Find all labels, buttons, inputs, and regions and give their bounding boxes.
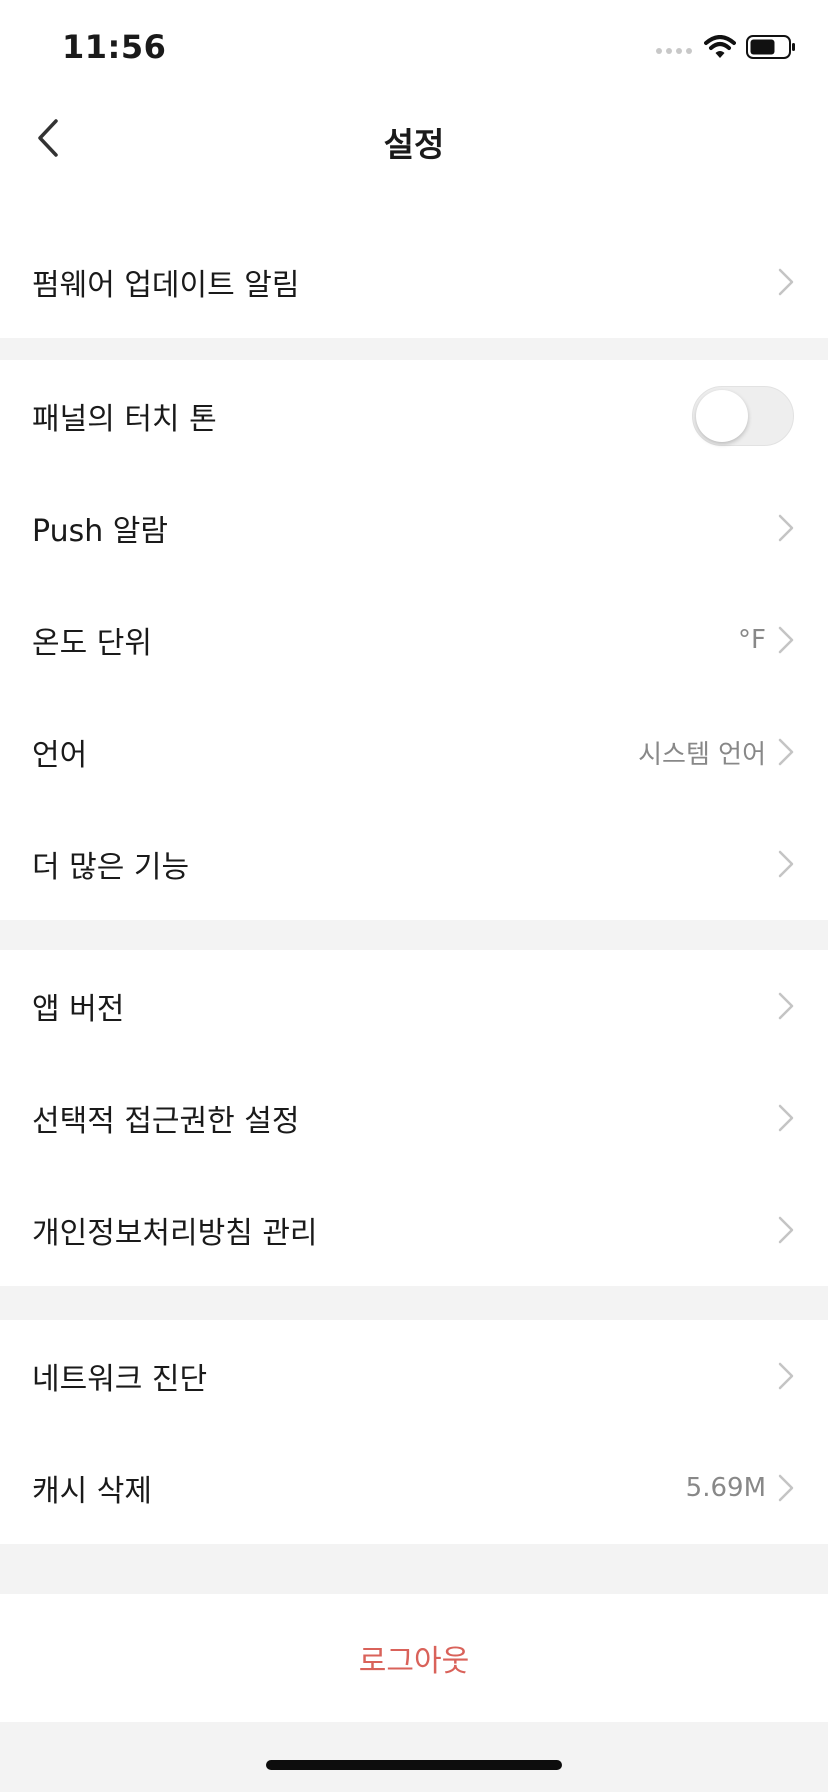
chevron-right-icon [776,267,796,297]
top-spacer [0,184,828,226]
row-clear-cache[interactable]: 캐시 삭제 5.69M [0,1432,828,1544]
row-network-diagnosis[interactable]: 네트워크 진단 [0,1320,828,1432]
toggle-knob [696,390,748,442]
battery-icon [746,35,796,63]
chevron-right-icon [776,1473,796,1503]
row-label: 온도 단위 [32,626,152,661]
row-label: 개인정보처리방침 관리 [32,1216,318,1251]
row-privacy-policy[interactable]: 개인정보처리방침 관리 [0,1174,828,1286]
home-indicator [266,1760,562,1770]
row-label: Push 알람 [32,514,168,549]
settings-group-device: 패널의 터치 톤 Push 알람 온도 단위 °F 언어 시스템 언어 더 많은… [0,360,828,920]
row-more-features[interactable]: 더 많은 기능 [0,808,828,920]
row-optional-permissions[interactable]: 선택적 접근권한 설정 [0,1062,828,1174]
settings-group-maintenance: 네트워크 진단 캐시 삭제 5.69M [0,1320,828,1544]
chevron-right-icon [776,849,796,879]
row-push-alarm[interactable]: Push 알람 [0,472,828,584]
chevron-right-icon [776,1215,796,1245]
chevron-right-icon [776,737,796,767]
logout-label: 로그아웃 [358,1644,470,1679]
row-label: 네트워크 진단 [32,1362,208,1397]
settings-group-app: 앱 버전 선택적 접근권한 설정 개인정보처리방침 관리 [0,950,828,1286]
chevron-right-icon [776,1103,796,1133]
row-label: 언어 [32,738,88,773]
temperature-unit-value: °F [738,625,766,655]
row-label: 펌웨어 업데이트 알림 [32,268,300,303]
signal-icon [656,40,694,59]
row-firmware-update-alert[interactable]: 펌웨어 업데이트 알림 [0,226,828,338]
cache-size-value: 5.69M [685,1473,766,1503]
settings-group-firmware: 펌웨어 업데이트 알림 [0,226,828,338]
row-label: 패널의 터치 톤 [32,402,217,437]
nav-bar: 설정 [0,96,828,184]
row-label: 앱 버전 [32,992,125,1027]
chevron-right-icon [776,625,796,655]
row-panel-touch-tone: 패널의 터치 톤 [0,360,828,472]
chevron-right-icon [776,1361,796,1391]
row-temperature-unit[interactable]: 온도 단위 °F [0,584,828,696]
status-bar: 11:56 [0,0,828,96]
row-label: 더 많은 기능 [32,850,190,885]
row-app-version[interactable]: 앱 버전 [0,950,828,1062]
logout-button[interactable]: 로그아웃 [0,1594,828,1722]
chevron-right-icon [776,991,796,1021]
row-label: 선택적 접근권한 설정 [32,1104,300,1139]
row-label: 캐시 삭제 [32,1474,152,1509]
language-value: 시스템 언어 [638,739,766,770]
row-language[interactable]: 언어 시스템 언어 [0,696,828,808]
chevron-right-icon [776,513,796,543]
status-time: 11:56 [62,28,167,66]
touch-tone-toggle[interactable] [692,386,794,446]
page-title: 설정 [383,125,445,164]
wifi-icon [704,35,736,63]
status-icons [656,34,796,64]
